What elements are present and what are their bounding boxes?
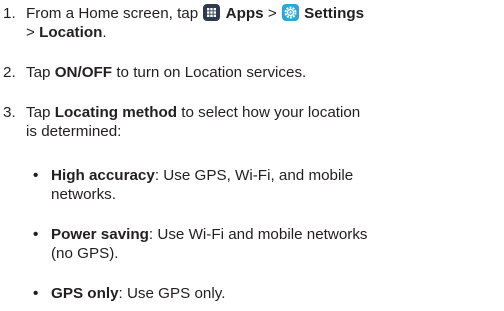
step-text-suffix: to turn on Location services. — [112, 64, 307, 81]
bullet-text: Power saving: Use Wi-Fi and mobile netwo… — [51, 225, 496, 263]
bullet-dot: • — [33, 167, 39, 184]
step-text-prefix: Tap — [26, 64, 55, 81]
bullet-title: Power saving — [51, 226, 149, 243]
step-text-suffix: to select how your location — [177, 104, 361, 121]
apps-grid-icon — [203, 4, 221, 21]
on-off-label: ON/OFF — [54, 64, 113, 81]
step-text-prefix: Tap — [26, 104, 55, 121]
bullet-text: High accuracy: Use GPS, Wi-Fi, and mobil… — [51, 166, 496, 204]
apps-label: Apps — [225, 5, 264, 22]
step-number: 2. — [3, 64, 16, 81]
location-label: Location — [39, 24, 103, 41]
step-text-continuation: is determined: — [26, 123, 122, 140]
step-text-suffix: . — [102, 24, 107, 41]
step-text: From a Home screen, tap Apps > Settings … — [26, 4, 496, 42]
settings-label: Settings — [304, 5, 365, 22]
step-text: Tap Locating method to select how your l… — [26, 103, 496, 141]
bullet-title: High accuracy — [51, 167, 155, 184]
separator: > — [26, 24, 40, 41]
step-number: 3. — [3, 104, 16, 121]
bullet-title: GPS only — [51, 285, 119, 302]
bullet-description: : Use Wi-Fi and mobile networks — [148, 226, 368, 243]
bullet-description: : Use GPS, Wi-Fi, and mobile — [154, 167, 354, 184]
bullet-description: : Use GPS only. — [118, 285, 226, 302]
bullet-dot: • — [33, 226, 39, 243]
bullet-description-continuation: (no GPS). — [51, 245, 119, 262]
bullet-dot: • — [33, 285, 39, 302]
bullet-description-continuation: networks. — [51, 186, 116, 203]
separator: > — [263, 5, 281, 22]
settings-gear-icon — [281, 4, 299, 21]
step-text-prefix: From a Home screen, tap — [26, 5, 203, 22]
locating-method-label: Locating method — [54, 104, 178, 121]
step-number: 1. — [3, 5, 16, 22]
step-text: Tap ON/OFF to turn on Location services. — [26, 63, 496, 82]
bullet-text: GPS only: Use GPS only. — [51, 284, 496, 303]
instructions-document: 1. From a Home screen, tap Apps > Settin… — [0, 0, 504, 311]
